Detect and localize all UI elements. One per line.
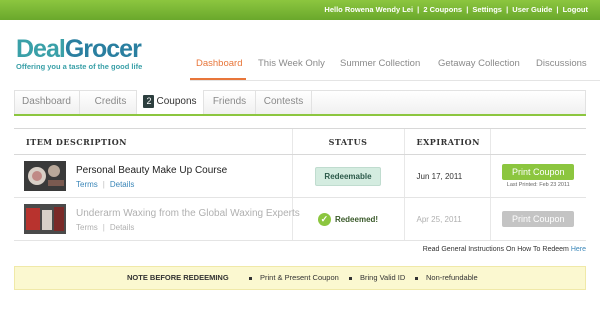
note-point: Bring Valid ID — [349, 267, 405, 289]
note-point: Print & Present Coupon — [249, 267, 339, 289]
terms-link[interactable]: Terms — [76, 180, 98, 189]
tab-underline — [14, 114, 586, 116]
tab-dashboard[interactable]: Dashboard — [14, 90, 80, 114]
table-row: Underarm Waxing from the Global Waxing E… — [14, 197, 586, 241]
nav-this-week-only[interactable]: This Week Only — [258, 58, 325, 69]
coupons-link[interactable]: 2 Coupons — [423, 5, 462, 14]
tab-friends[interactable]: Friends — [204, 90, 256, 114]
separator: | — [466, 5, 469, 14]
logo-deal: Deal — [16, 35, 66, 63]
details-link[interactable]: Details — [110, 223, 134, 232]
action-cell: Print Coupon Last Printed: Feb 23 2011 — [489, 154, 586, 198]
tab-coupons-label: Coupons — [156, 96, 197, 107]
tab-contests[interactable]: Contests — [256, 90, 312, 114]
expiration-date: Apr 25, 2011 — [403, 197, 490, 241]
expiration-date: Jun 17, 2011 — [403, 154, 490, 198]
action-cell: Print Coupon — [489, 197, 586, 241]
item-cell: Personal Beauty Make Up Course Terms | Det… — [14, 154, 292, 198]
details-link[interactable]: Details — [110, 180, 134, 189]
site-logo[interactable]: DealGrocer Offering you a taste of the g… — [16, 36, 142, 71]
terms-link[interactable]: Terms — [76, 223, 98, 232]
greeting-link[interactable]: Hello Rowena Wendy Lei — [324, 5, 413, 14]
logo-tagline: Offering you a taste of the good life — [16, 62, 143, 71]
table-header-row: ITEM DESCRIPTION STATUS EXPIRATION — [14, 128, 586, 155]
coupons-table: ITEM DESCRIPTION STATUS EXPIRATION Perso… — [14, 128, 586, 241]
status-cell: ✓ Redeemed! — [291, 197, 404, 241]
redeemed-status: ✓ Redeemed! — [317, 212, 379, 226]
note-label: NOTE BEFORE REDEEMING — [127, 273, 229, 282]
header-item-description: ITEM DESCRIPTION — [14, 128, 292, 155]
last-printed-text: Last Printed: Feb 23 2011 — [506, 182, 570, 188]
settings-link[interactable]: Settings — [472, 5, 502, 14]
redeem-instructions: Read General Instructions On How To Rede… — [423, 246, 586, 253]
item-cell: Underarm Waxing from the Global Waxing E… — [14, 197, 300, 241]
redeem-note: NOTE BEFORE REDEEMING Print & Present Co… — [14, 266, 586, 290]
instructions-text: Read General Instructions On How To Rede… — [422, 246, 569, 253]
separator: | — [417, 5, 420, 14]
status-text: Redeemed! — [334, 214, 379, 224]
separator: | — [506, 5, 509, 14]
status-cell: Redeemable — [291, 154, 404, 198]
logout-link[interactable]: Logout — [563, 5, 588, 14]
nav-getaway-collection[interactable]: Getaway Collection — [438, 58, 520, 69]
print-coupon-button[interactable]: Print Coupon — [502, 164, 575, 180]
waxing-thumbnail[interactable] — [24, 204, 66, 234]
nav-discussions[interactable]: Discussions — [536, 58, 587, 69]
coupons-count-badge: 2 — [143, 95, 155, 108]
tab-coupons[interactable]: 2 Coupons — [136, 90, 204, 115]
print-coupon-button-disabled: Print Coupon — [502, 211, 575, 227]
header-expiration: EXPIRATION — [403, 128, 490, 155]
header-status: STATUS — [291, 128, 404, 155]
nav-summer-collection[interactable]: Summer Collection — [340, 58, 420, 69]
logo-grocer: Grocer — [64, 35, 142, 63]
user-guide-link[interactable]: User Guide — [512, 5, 552, 14]
check-icon: ✓ — [317, 212, 331, 226]
top-bar: Hello Rowena Wendy Lei | 2 Coupons | Set… — [0, 0, 600, 20]
sub-tabs: Dashboard Credits 2 Coupons Friends Conte… — [14, 90, 586, 115]
note-point: Non-refundable — [415, 267, 478, 289]
item-links: Terms | Details — [76, 180, 135, 189]
user-links: Hello Rowena Wendy Lei | 2 Coupons | Set… — [324, 5, 588, 14]
instructions-link[interactable]: Here — [571, 246, 586, 253]
header-action — [489, 128, 586, 155]
separator: | — [556, 5, 559, 14]
item-title-link[interactable]: Personal Beauty Make Up Course — [76, 165, 227, 176]
nav-dashboard[interactable]: Dashboard — [196, 58, 242, 69]
status-badge: Redeemable — [315, 166, 381, 186]
makeup-thumbnail[interactable] — [24, 161, 66, 191]
table-row: Personal Beauty Make Up Course Terms | Det… — [14, 154, 586, 198]
nav-divider — [190, 80, 600, 81]
tab-credits[interactable]: Credits — [80, 90, 142, 114]
item-title-link[interactable]: Underarm Waxing from the Global Waxing E… — [76, 208, 300, 219]
item-links: Terms | Details — [76, 223, 135, 232]
